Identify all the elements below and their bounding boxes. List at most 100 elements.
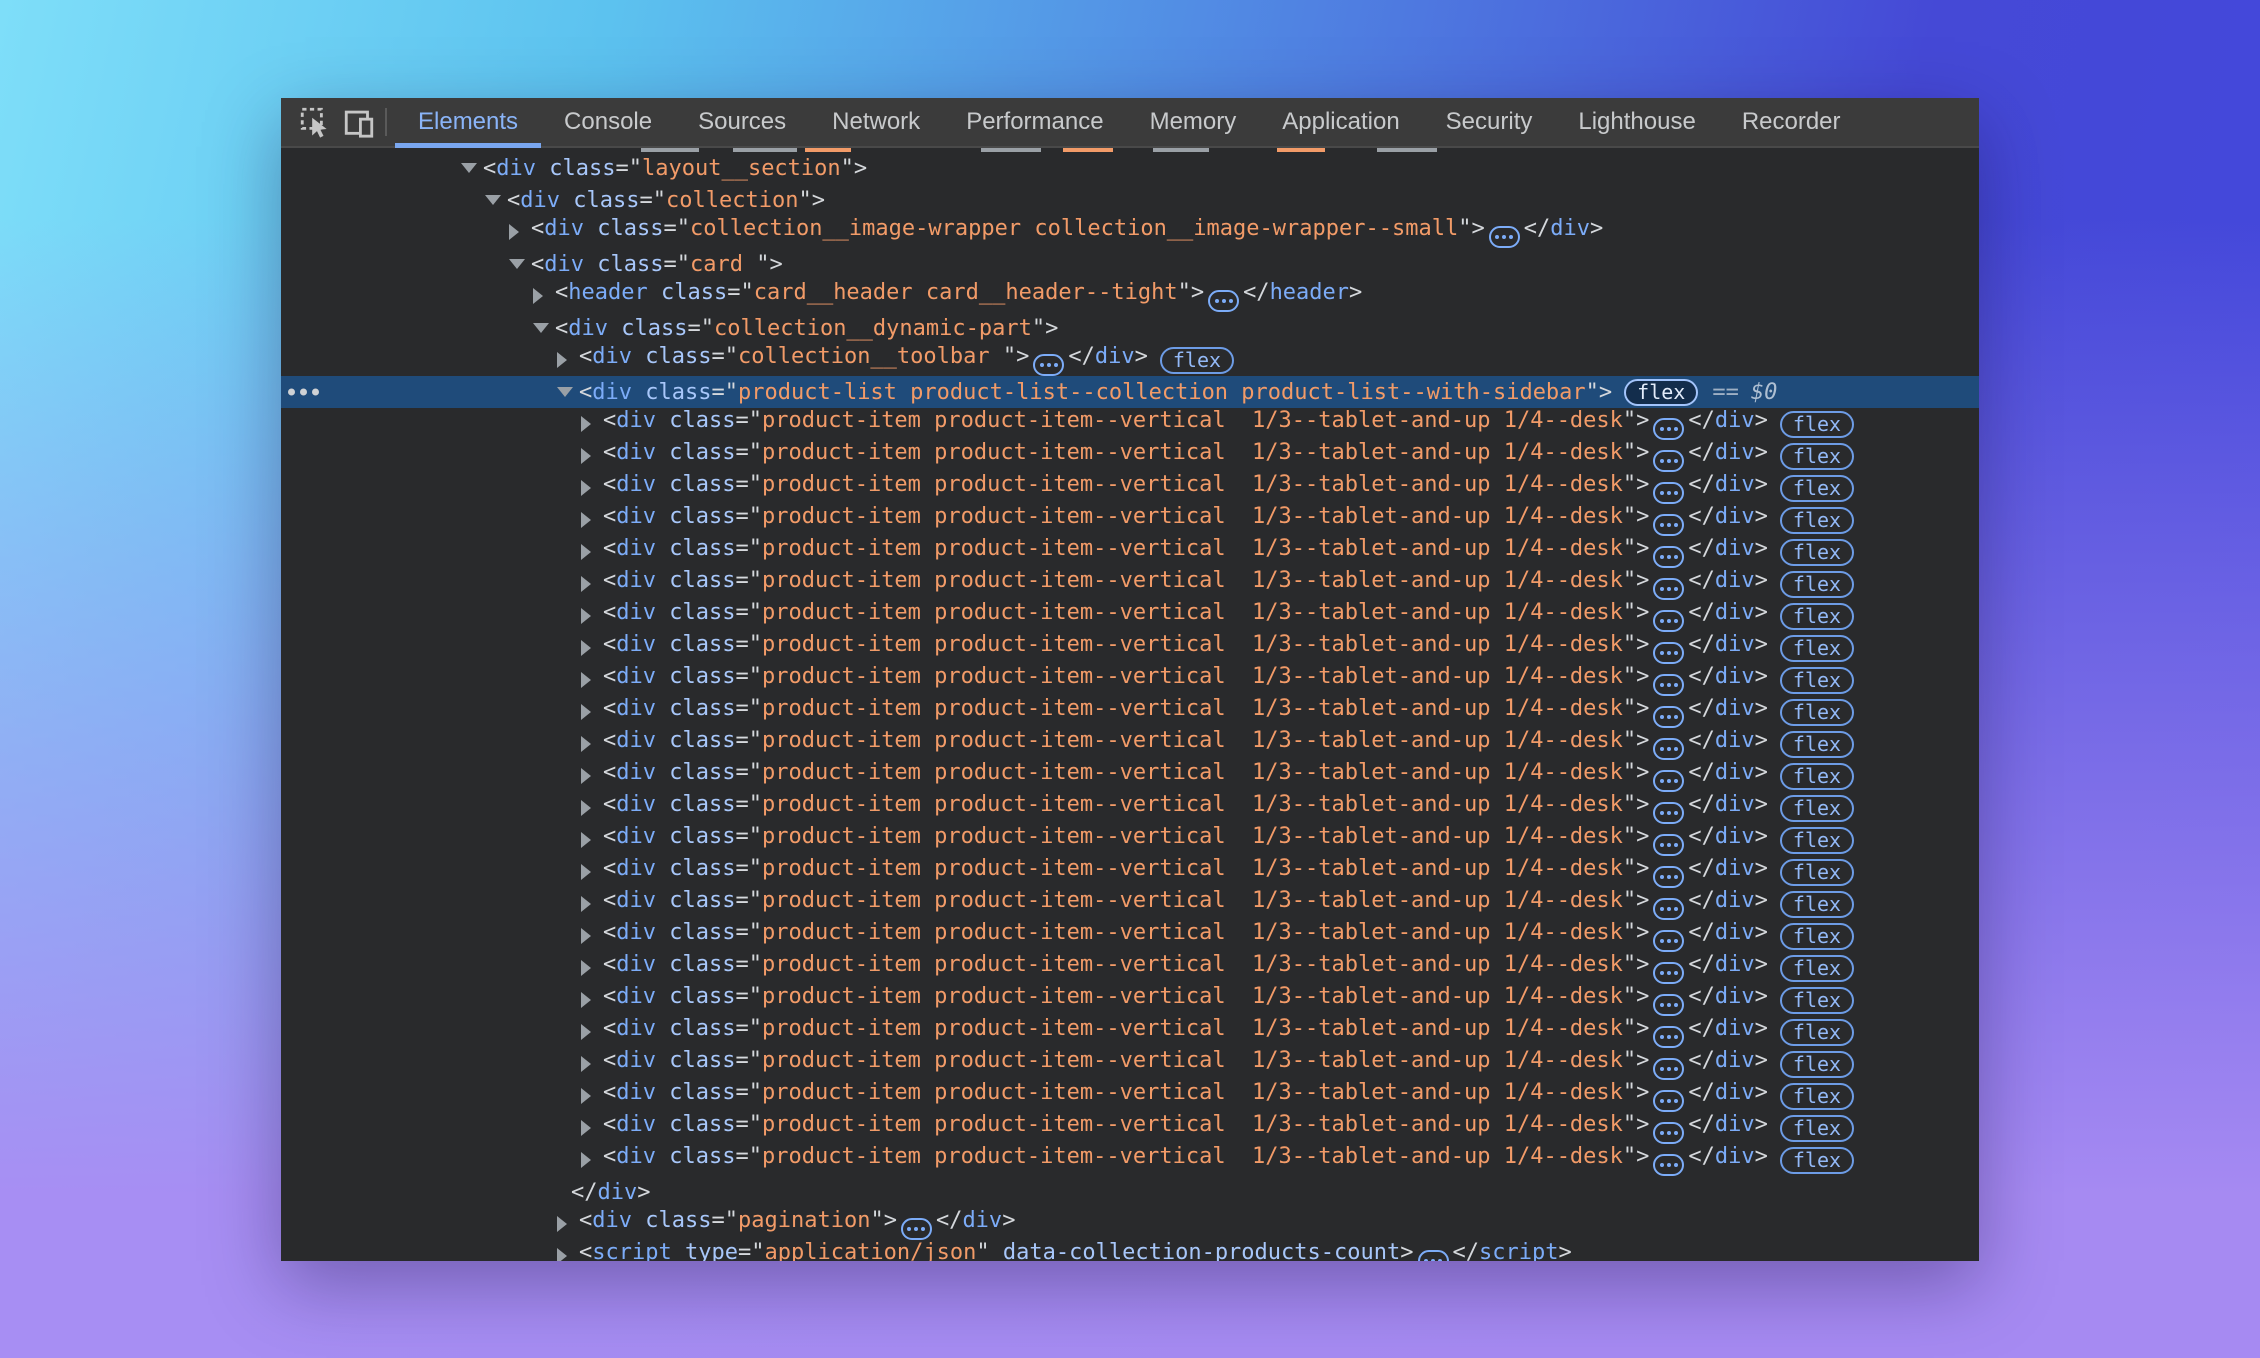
flex-badge[interactable]: flex [1780,699,1854,726]
ellipsis-expand-icon[interactable] [1653,674,1684,696]
tree-row-div[interactable]: <div class="product-item product-item--v… [281,536,1979,568]
flex-badge[interactable]: flex [1780,955,1854,982]
expand-arrow-right-icon[interactable] [581,832,603,848]
tree-row-div[interactable]: <div class="layout__section"> [281,152,1979,184]
tree-row-header[interactable]: <header class="card__header card__header… [281,280,1979,312]
expand-arrow-right-icon[interactable] [581,736,603,752]
flex-badge[interactable]: flex [1780,603,1854,630]
expand-arrow-right-icon[interactable] [557,1216,579,1232]
flex-badge[interactable]: flex [1780,1019,1854,1046]
inspect-cursor-icon[interactable] [293,98,337,146]
tab-lighthouse[interactable]: Lighthouse [1555,98,1718,146]
expand-arrow-right-icon[interactable] [581,800,603,816]
ellipsis-expand-icon[interactable] [1653,642,1684,664]
tab-application[interactable]: Application [1259,98,1422,146]
expand-arrow-down-icon[interactable] [485,195,507,205]
tab-memory[interactable]: Memory [1127,98,1260,146]
tree-row-div[interactable]: <div class="product-item product-item--v… [281,920,1979,952]
flex-badge[interactable]: flex [1780,635,1854,662]
expand-arrow-right-icon[interactable] [581,1056,603,1072]
expand-arrow-right-icon[interactable] [581,928,603,944]
flex-badge[interactable]: flex [1780,1115,1854,1142]
ellipsis-expand-icon[interactable] [1653,610,1684,632]
tab-console[interactable]: Console [541,98,675,146]
flex-badge[interactable]: flex [1780,1051,1854,1078]
tree-row-div[interactable]: <div class="collection"> [281,184,1979,216]
ellipsis-expand-icon[interactable] [1653,1090,1684,1112]
tree-row-div[interactable]: <div class="product-item product-item--v… [281,696,1979,728]
ellipsis-expand-icon[interactable] [1653,770,1684,792]
ellipsis-expand-icon[interactable] [1653,706,1684,728]
ellipsis-expand-icon[interactable] [1653,866,1684,888]
expand-arrow-right-icon[interactable] [557,1248,579,1261]
tab-security[interactable]: Security [1423,98,1556,146]
expand-arrow-right-icon[interactable] [581,1024,603,1040]
flex-badge[interactable]: flex [1160,347,1234,374]
tree-row-div[interactable]: <div class="pagination"></div> [281,1208,1979,1240]
tab-network[interactable]: Network [809,98,943,146]
expand-arrow-right-icon[interactable] [509,224,531,240]
expand-arrow-right-icon[interactable] [581,544,603,560]
ellipsis-expand-icon[interactable] [1653,1058,1684,1080]
tree-row-div[interactable]: <div class="product-item product-item--v… [281,504,1979,536]
ellipsis-expand-icon[interactable] [1653,546,1684,568]
ellipsis-expand-icon[interactable] [1653,834,1684,856]
ellipsis-expand-icon[interactable] [1653,1026,1684,1048]
tree-row-div[interactable]: <div class="product-item product-item--v… [281,728,1979,760]
row-actions-dots-icon[interactable] [288,389,319,396]
tab-elements[interactable]: Elements [395,98,541,146]
tree-row-div[interactable]: <div class="product-item product-item--v… [281,568,1979,600]
ellipsis-expand-icon[interactable] [1653,994,1684,1016]
ellipsis-expand-icon[interactable] [1489,226,1520,248]
tab-performance[interactable]: Performance [943,98,1126,146]
expand-arrow-right-icon[interactable] [581,448,603,464]
tree-row-div[interactable]: <div class="product-item product-item--v… [281,440,1979,472]
expand-arrow-right-icon[interactable] [581,576,603,592]
flex-badge[interactable]: flex [1780,475,1854,502]
expand-arrow-right-icon[interactable] [581,512,603,528]
ellipsis-expand-icon[interactable] [1653,738,1684,760]
tree-row-div[interactable]: <div class="product-item product-item--v… [281,984,1979,1016]
ellipsis-expand-icon[interactable] [1653,1122,1684,1144]
ellipsis-expand-icon[interactable] [1653,898,1684,920]
flex-badge[interactable]: flex [1780,667,1854,694]
device-toolbar-icon[interactable] [337,98,381,146]
flex-badge[interactable]: flex [1780,1147,1854,1174]
tab-sources[interactable]: Sources [675,98,809,146]
expand-arrow-right-icon[interactable] [581,1120,603,1136]
tree-row-div[interactable]: <div class="collection__toolbar "></div>… [281,344,1979,376]
ellipsis-expand-icon[interactable] [1653,930,1684,952]
flex-badge[interactable]: flex [1780,571,1854,598]
flex-badge[interactable]: flex [1780,923,1854,950]
flex-badge[interactable]: flex [1780,763,1854,790]
expand-arrow-down-icon[interactable] [533,323,555,333]
flex-badge[interactable]: flex [1780,827,1854,854]
expand-arrow-right-icon[interactable] [581,704,603,720]
tree-row-div[interactable]: <div class="product-item product-item--v… [281,760,1979,792]
tree-row-div[interactable]: <div class="collection__image-wrapper co… [281,216,1979,248]
tree-row-div[interactable]: <div class="product-item product-item--v… [281,472,1979,504]
expand-arrow-right-icon[interactable] [581,640,603,656]
expand-arrow-down-icon[interactable] [461,163,483,173]
ellipsis-expand-icon[interactable] [1418,1250,1449,1261]
tree-row-div[interactable]: <div class="card "> [281,248,1979,280]
expand-arrow-right-icon[interactable] [581,608,603,624]
tree-row-div[interactable]: <div class="product-item product-item--v… [281,1144,1979,1176]
expand-arrow-right-icon[interactable] [581,960,603,976]
tree-row-div[interactable]: <div class="product-item product-item--v… [281,1048,1979,1080]
ellipsis-expand-icon[interactable] [1653,514,1684,536]
tree-row-div[interactable]: <div class="product-item product-item--v… [281,888,1979,920]
expand-arrow-right-icon[interactable] [533,288,555,304]
ellipsis-expand-icon[interactable] [901,1218,932,1240]
expand-arrow-right-icon[interactable] [581,480,603,496]
expand-arrow-right-icon[interactable] [581,768,603,784]
tree-row-div[interactable]: <div class="product-item product-item--v… [281,664,1979,696]
tree-row-div[interactable]: <div class="product-item product-item--v… [281,1112,1979,1144]
expand-arrow-right-icon[interactable] [581,1152,603,1168]
tree-row-div[interactable]: <div class="collection__dynamic-part"> [281,312,1979,344]
flex-badge[interactable]: flex [1780,1083,1854,1110]
flex-badge[interactable]: flex [1624,379,1698,406]
ellipsis-expand-icon[interactable] [1208,290,1239,312]
flex-badge[interactable]: flex [1780,443,1854,470]
tree-row-div[interactable]: <div class="product-item product-item--v… [281,632,1979,664]
